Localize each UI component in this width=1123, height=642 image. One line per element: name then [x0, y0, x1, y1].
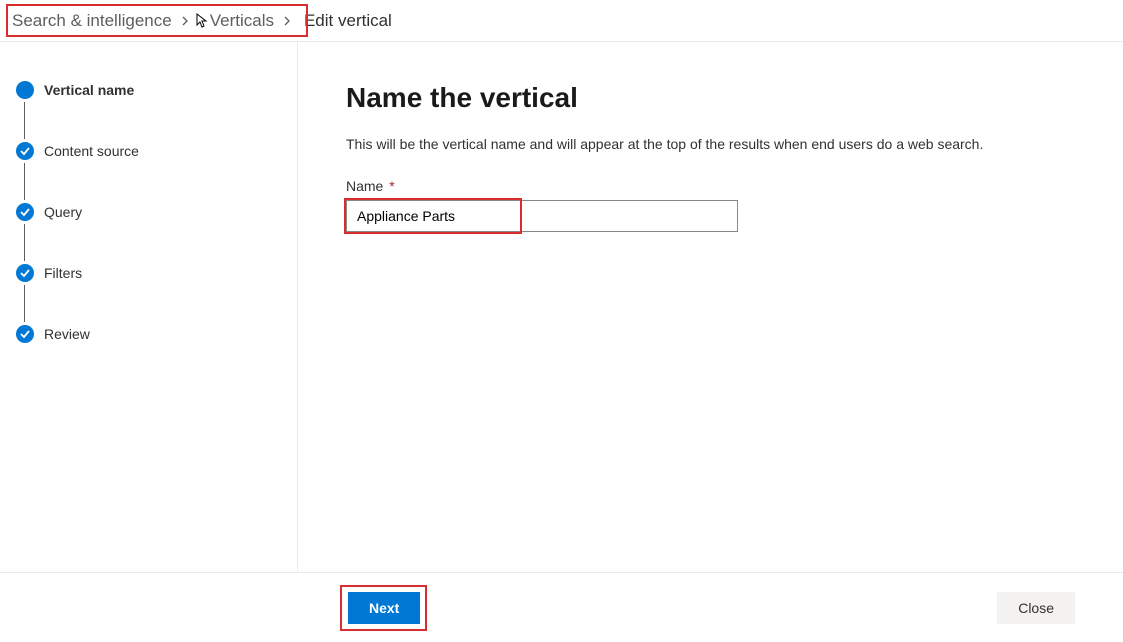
step-query[interactable]: Query [16, 202, 281, 222]
name-label-text: Name [346, 178, 383, 194]
check-icon [16, 325, 34, 343]
step-label: Content source [44, 143, 139, 159]
step-label: Filters [44, 265, 82, 281]
step-review[interactable]: Review [16, 324, 281, 344]
chevron-right-icon [282, 16, 292, 26]
chevron-right-icon [180, 16, 190, 26]
page-description: This will be the vertical name and will … [346, 136, 1075, 152]
name-field-label: Name * [346, 178, 1075, 194]
page-title: Name the vertical [346, 82, 1075, 114]
step-vertical-name[interactable]: Vertical name [16, 80, 281, 100]
step-bullet-current-icon [16, 81, 34, 99]
check-icon [16, 264, 34, 282]
vertical-name-input[interactable] [346, 200, 738, 232]
breadcrumb: Search & intelligence Verticals Edit ver… [0, 0, 1123, 42]
close-button[interactable]: Close [997, 592, 1075, 624]
step-filters[interactable]: Filters [16, 263, 281, 283]
required-marker: * [389, 178, 394, 194]
step-label: Review [44, 326, 90, 342]
breadcrumb-current: Edit vertical [304, 11, 392, 31]
step-label: Vertical name [44, 82, 134, 98]
step-connector [24, 285, 25, 322]
next-button[interactable]: Next [348, 592, 420, 624]
wizard-steps-sidebar: Vertical name Content source Query [0, 42, 298, 572]
wizard-footer: Next Close [0, 572, 1123, 642]
step-connector [24, 224, 25, 261]
step-content-source[interactable]: Content source [16, 141, 281, 161]
breadcrumb-link-verticals[interactable]: Verticals [208, 11, 276, 31]
cursor-icon [196, 13, 208, 32]
check-icon [16, 142, 34, 160]
check-icon [16, 203, 34, 221]
step-label: Query [44, 204, 82, 220]
step-connector [24, 102, 25, 139]
step-connector [24, 163, 25, 200]
breadcrumb-link-search-intelligence[interactable]: Search & intelligence [10, 11, 174, 31]
main-content: Name the vertical This will be the verti… [298, 42, 1123, 572]
